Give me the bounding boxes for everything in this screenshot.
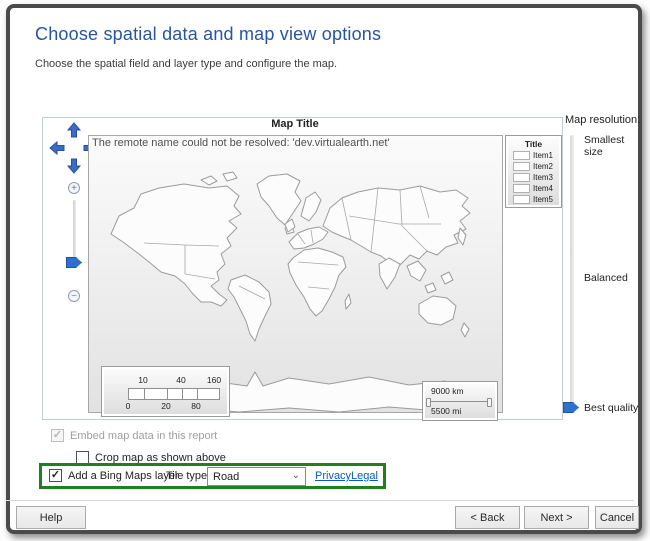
pan-down-icon[interactable] <box>66 158 82 174</box>
pan-left-icon[interactable] <box>49 140 65 156</box>
color-scale-bar <box>128 388 220 400</box>
scale-tick-label: 80 <box>191 401 200 411</box>
add-bing-maps-checkbox[interactable]: ✓ <box>49 469 62 482</box>
zoom-in-icon[interactable]: + <box>68 182 80 194</box>
scale-tick-label: 20 <box>161 401 170 411</box>
embed-map-data-checkbox: ✓ <box>51 429 64 442</box>
resolution-slider-thumb[interactable] <box>563 402 579 413</box>
tile-type-value: Road <box>213 471 239 483</box>
page-title: Choose spatial data and map view options <box>35 24 381 45</box>
privacy-link[interactable]: Privacy <box>315 470 351 482</box>
cancel-button[interactable]: Cancel <box>595 506 639 529</box>
legend-swatch <box>513 151 530 160</box>
chevron-down-icon: ⌄ <box>292 470 300 481</box>
distance-scale: 9000 km 5500 mi <box>422 381 498 421</box>
tile-type-select[interactable]: Road ⌄ <box>207 467 306 486</box>
legal-link[interactable]: Legal <box>351 470 378 482</box>
scale-tick-label: 40 <box>176 375 185 385</box>
map-title: Map Title <box>88 118 502 130</box>
legend-item: Item2 <box>513 162 553 171</box>
color-scale-legend: 10 40 160 0 20 80 <box>101 366 230 417</box>
distance-scale-line <box>427 401 491 402</box>
scale-tick-label: 0 <box>126 401 131 411</box>
add-bing-maps-label: Add a Bing Maps layer <box>68 470 179 482</box>
resolution-option-best: Best quality <box>584 402 638 414</box>
legend-swatch <box>513 162 530 171</box>
next-button[interactable]: Next > <box>524 506 589 529</box>
resolution-slider-track[interactable] <box>570 135 574 412</box>
scale-tick-label: 10 <box>138 375 147 385</box>
legend-swatch <box>513 184 530 193</box>
distance-km: 9000 km <box>431 386 464 396</box>
footer-divider <box>6 500 634 501</box>
page-subtitle: Choose the spatial field and layer type … <box>35 58 337 70</box>
legend-item: Item4 <box>513 184 553 193</box>
legend-swatch <box>513 173 530 182</box>
zoom-out-icon[interactable]: − <box>68 290 80 302</box>
resolution-option-balanced: Balanced <box>584 272 628 284</box>
map-legend: Title Item1 Item2 Item3 Item4 Item5 <box>505 135 562 208</box>
resolution-option-smallest: Smallest size <box>584 134 636 158</box>
distance-mi: 5500 mi <box>431 406 461 416</box>
map-error-message: The remote name could not be resolved: '… <box>92 137 390 149</box>
legend-item: Item5 <box>513 195 553 204</box>
legend-swatch <box>513 195 530 204</box>
embed-map-data-label: Embed map data in this report <box>70 430 217 442</box>
legend-item: Item1 <box>513 151 553 160</box>
legend-title: Title <box>506 139 561 149</box>
legend-item: Item3 <box>513 173 553 182</box>
tile-type-label: Tile type: <box>166 470 210 482</box>
pan-up-icon[interactable] <box>66 122 82 138</box>
help-button[interactable]: Help <box>16 506 86 529</box>
scale-tick-label: 160 <box>207 375 221 385</box>
back-button[interactable]: < Back <box>455 506 520 529</box>
map-resolution-label: Map resolution: <box>565 114 640 126</box>
